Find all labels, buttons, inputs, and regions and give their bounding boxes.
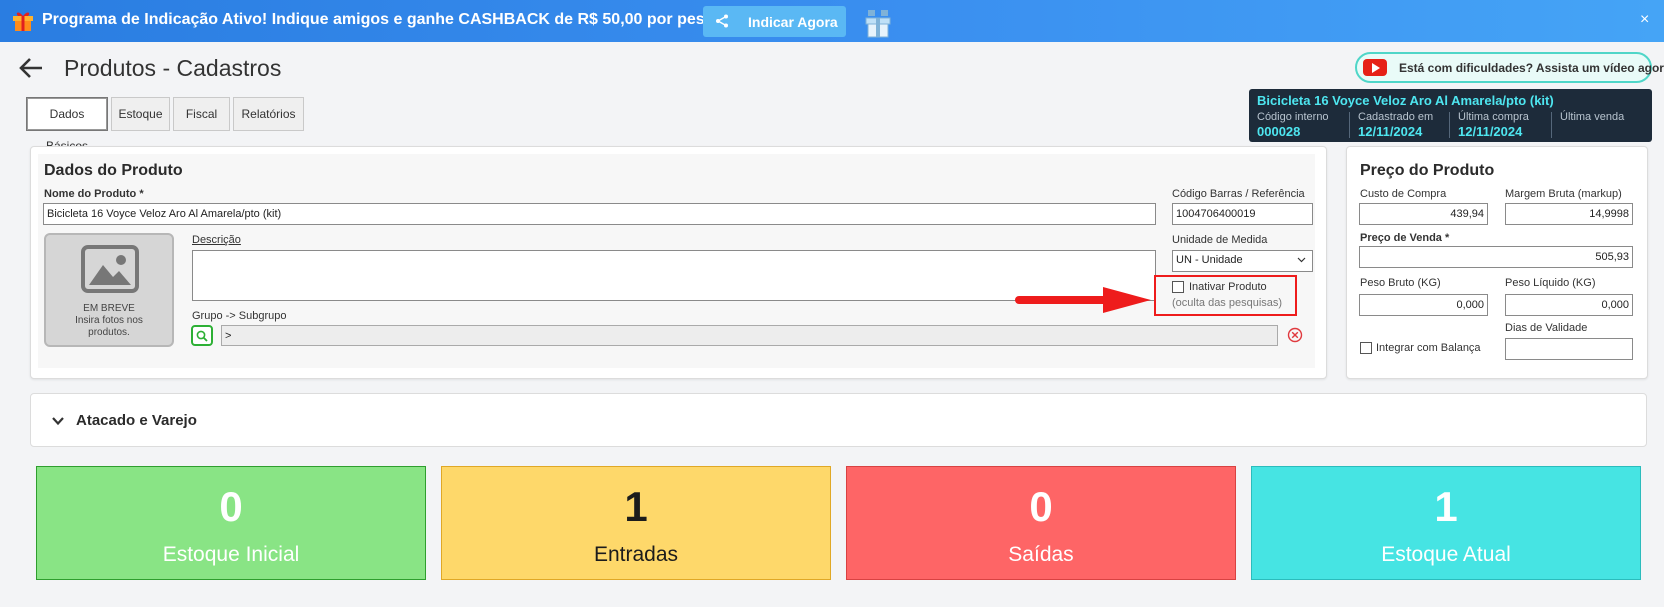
grupo-subgrupo-label: Grupo -> Subgrupo: [192, 310, 287, 322]
summary-ultima-compra: Última compra 12/11/2024: [1458, 111, 1529, 141]
search-icon: [196, 330, 208, 342]
tab-estoque[interactable]: Estoque: [111, 97, 170, 131]
summary-ultima-compra-label: Última compra: [1458, 111, 1529, 123]
chevron-down-icon: [1297, 257, 1306, 263]
inativar-produto-hint: (oculta das pesquisas): [1172, 297, 1283, 309]
atacado-varejo-title: Atacado e Varejo: [76, 412, 197, 429]
tab-dados-basicos[interactable]: Dados Básicos: [26, 97, 108, 153]
stat-label: Entradas: [593, 543, 679, 566]
photo-hint: Insira fotos nos produtos.: [75, 315, 143, 338]
banner-close-icon[interactable]: ×: [1640, 11, 1649, 29]
stat-card-entradas: 1 Entradas: [441, 466, 831, 580]
stat-value: 0: [1029, 483, 1053, 530]
preco-venda-label: Preço de Venda *: [1360, 232, 1450, 244]
stat-label: Saídas: [1008, 543, 1074, 566]
peso-liquido-label: Peso Líquido (KG): [1505, 277, 1596, 289]
custo-compra-input[interactable]: [1359, 203, 1488, 225]
red-arrow-annotation: [1015, 287, 1151, 313]
atacado-varejo-accordion[interactable]: Atacado e Varejo: [30, 393, 1647, 447]
dados-produto-title: Dados do Produto: [44, 162, 183, 179]
indicar-agora-label: Indicar Agora: [748, 14, 838, 30]
image-placeholder-icon: [81, 245, 139, 293]
descricao-label: Descrição: [192, 234, 241, 246]
photo-em-breve: EM BREVE: [83, 303, 135, 314]
stat-value: 1: [1434, 483, 1458, 530]
unidade-medida-select[interactable]: UN - Unidade: [1172, 250, 1313, 272]
integrar-balanca-label: Integrar com Balança: [1376, 342, 1481, 354]
inativar-produto-checkbox[interactable]: [1172, 281, 1184, 293]
grupo-subgrupo-input[interactable]: [221, 325, 1278, 346]
summary-cadastrado-value: 12/11/2024: [1358, 124, 1423, 139]
summary-ultima-venda-label: Última venda: [1560, 111, 1625, 123]
stat-label: Estoque Atual: [1381, 543, 1511, 566]
tab-relatorios[interactable]: Relatórios: [233, 97, 304, 131]
custo-compra-label: Custo de Compra: [1360, 188, 1447, 200]
help-video-label: Está com dificuldades? Assista um vídeo …: [1399, 61, 1664, 75]
back-arrow-icon[interactable]: [18, 56, 44, 80]
summary-codigo-label: Código interno: [1257, 111, 1329, 123]
grupo-search-button[interactable]: [191, 325, 213, 346]
summary-codigo-value: 000028: [1257, 124, 1301, 139]
youtube-icon: [1363, 59, 1387, 76]
integrar-balanca-checkbox[interactable]: [1360, 342, 1372, 354]
descricao-textarea[interactable]: [192, 250, 1156, 301]
dias-validade-label: Dias de Validade: [1505, 322, 1588, 334]
summary-cadastrado: Cadastrado em 12/11/2024: [1358, 111, 1433, 141]
page-title: Produtos - Cadastros: [64, 55, 282, 81]
peso-bruto-input[interactable]: [1359, 294, 1488, 316]
stat-card-saidas: 0 Saídas: [846, 466, 1236, 580]
stat-card-estoque-inicial: 0 Estoque Inicial: [36, 466, 426, 580]
summary-divider: [1349, 112, 1350, 138]
codigo-barras-input[interactable]: [1172, 203, 1313, 225]
nome-produto-label: Nome do Produto *: [44, 188, 144, 200]
summary-codigo: Código interno 000028: [1257, 111, 1329, 141]
preco-produto-title: Preço do Produto: [1360, 162, 1495, 179]
peso-bruto-label: Peso Bruto (KG): [1360, 277, 1441, 289]
gift-box-icon: [865, 10, 891, 38]
unidade-medida-label: Unidade de Medida: [1172, 234, 1268, 246]
margem-bruta-label: Margem Bruta (markup): [1505, 188, 1622, 200]
stat-value: 1: [624, 483, 648, 530]
preco-venda-input[interactable]: [1359, 246, 1633, 268]
tab-fiscal[interactable]: Fiscal: [173, 97, 230, 131]
gift-icon: [13, 12, 33, 31]
summary-ultima-venda: Última venda: [1560, 111, 1624, 141]
referral-banner: Programa de Indicação Ativo! Indique ami…: [0, 0, 1664, 42]
help-video-button[interactable]: Está com dificuldades? Assista um vídeo …: [1355, 52, 1664, 83]
stat-card-estoque-atual: 1 Estoque Atual: [1251, 466, 1641, 580]
dias-validade-input[interactable]: [1505, 338, 1633, 360]
stat-value: 0: [219, 483, 243, 530]
peso-liquido-input[interactable]: [1505, 294, 1633, 316]
stat-label: Estoque Inicial: [162, 543, 300, 566]
codigo-barras-label: Código Barras / Referência: [1172, 188, 1305, 200]
summary-divider: [1551, 112, 1552, 138]
margem-bruta-input[interactable]: [1505, 203, 1633, 225]
unidade-medida-value: UN - Unidade: [1176, 254, 1243, 266]
product-photo-placeholder[interactable]: EM BREVE Insira fotos nos produtos.: [44, 233, 174, 347]
summary-divider: [1449, 112, 1450, 138]
clear-circle-icon[interactable]: [1287, 327, 1303, 343]
share-icon: [716, 14, 728, 28]
banner-text: Programa de Indicação Ativo! Indique ami…: [42, 11, 738, 28]
product-summary-card: Bicicleta 16 Voyce Veloz Aro Al Amarela/…: [1249, 89, 1652, 142]
summary-ultima-compra-value: 12/11/2024: [1458, 124, 1523, 139]
nome-produto-input[interactable]: [43, 203, 1156, 225]
chevron-down-icon: [52, 417, 64, 426]
inativar-produto-label: Inativar Produto: [1189, 281, 1267, 293]
summary-cadastrado-label: Cadastrado em: [1358, 111, 1434, 123]
indicar-agora-button[interactable]: Indicar Agora: [703, 6, 846, 37]
summary-product-name: Bicicleta 16 Voyce Veloz Aro Al Amarela/…: [1257, 93, 1554, 108]
